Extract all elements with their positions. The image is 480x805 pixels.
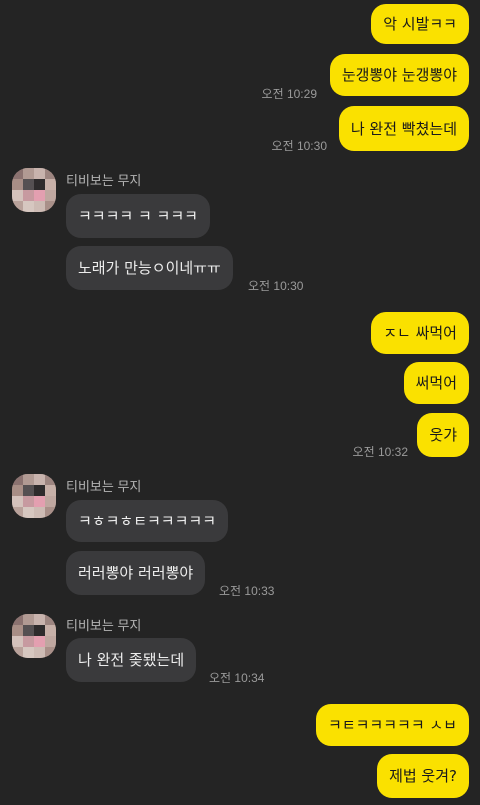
sender-avatar[interactable] bbox=[12, 474, 56, 518]
received-message-bubble[interactable]: 러러뽕야 러러뽕야 bbox=[66, 551, 206, 595]
message-text: 눈갱뽕야 눈갱뽕야 bbox=[341, 66, 457, 84]
message-timestamp: 오전 10:30 bbox=[271, 139, 327, 153]
message-text: ㅋㅎㅋㅎㅌㅋㅋㅋㅋㅋ bbox=[78, 512, 217, 530]
sender-name: 티비보는 무지 bbox=[66, 618, 142, 633]
sender-name: 티비보는 무지 bbox=[66, 173, 142, 188]
sender-avatar[interactable] bbox=[12, 168, 56, 212]
message-text: 제법 웃겨? bbox=[389, 767, 457, 785]
message-text: ㅋㅋㅋㅋ ㅋ ㅋㅋㅋ bbox=[78, 207, 198, 225]
message-timestamp: 오전 10:34 bbox=[209, 671, 265, 685]
my-message-bubble[interactable]: 제법 웃겨? bbox=[377, 754, 469, 798]
my-message-bubble[interactable]: ㅋㅌㅋㅋㅋㅋㅋ ㅅㅂ bbox=[316, 704, 469, 746]
my-message-bubble[interactable]: 눈갱뽕야 눈갱뽕야 bbox=[329, 54, 469, 96]
my-message-bubble[interactable]: 써먹어 bbox=[403, 362, 469, 404]
message-text: 나 완전 좆됐는데 bbox=[78, 651, 185, 669]
message-text: 웃갸 bbox=[429, 426, 457, 444]
my-message-bubble[interactable]: 나 완전 빡쳤는데 bbox=[338, 106, 469, 151]
message-text: 노래가 만능ㅇ이네ㅠㅠ bbox=[78, 259, 221, 277]
message-text: 써먹어 bbox=[415, 374, 457, 392]
received-message-bubble[interactable]: 나 완전 좆됐는데 bbox=[66, 638, 197, 682]
received-message-bubble[interactable]: ㅋㅎㅋㅎㅌㅋㅋㅋㅋㅋ bbox=[66, 500, 229, 542]
my-message-bubble[interactable]: 악 시발ㅋㅋ bbox=[371, 4, 469, 44]
message-text: 나 완전 빡쳤는데 bbox=[350, 119, 457, 138]
message-text: ㅈㄴ 싸먹어 bbox=[383, 324, 457, 342]
message-text: ㅋㅌㅋㅋㅋㅋㅋ ㅅㅂ bbox=[328, 716, 457, 734]
sender-avatar[interactable] bbox=[12, 614, 56, 658]
message-text: 러러뽕야 러러뽕야 bbox=[78, 564, 194, 582]
sender-name: 티비보는 무지 bbox=[66, 479, 142, 494]
message-timestamp: 오전 10:33 bbox=[219, 584, 275, 598]
message-text: 악 시발ㅋㅋ bbox=[383, 15, 457, 33]
message-timestamp: 오전 10:29 bbox=[261, 87, 317, 101]
message-timestamp: 오전 10:32 bbox=[352, 445, 408, 459]
my-message-bubble[interactable]: ㅈㄴ 싸먹어 bbox=[371, 312, 469, 354]
my-message-bubble[interactable]: 웃갸 bbox=[417, 413, 469, 457]
received-message-bubble[interactable]: ㅋㅋㅋㅋ ㅋ ㅋㅋㅋ bbox=[66, 194, 210, 238]
message-timestamp: 오전 10:30 bbox=[248, 279, 304, 293]
received-message-bubble[interactable]: 노래가 만능ㅇ이네ㅠㅠ bbox=[66, 246, 233, 290]
